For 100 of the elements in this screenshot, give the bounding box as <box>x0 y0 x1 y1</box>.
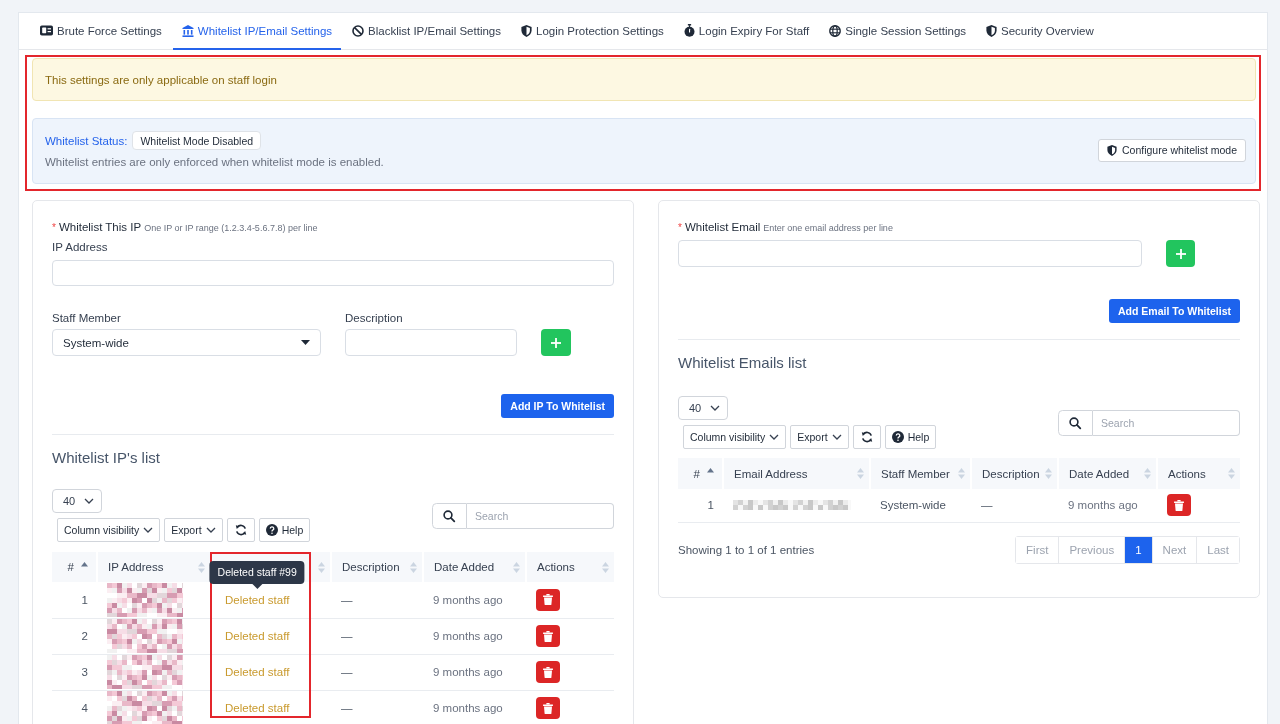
table-cell: — <box>971 489 1058 522</box>
column-header[interactable]: IP Address <box>97 552 211 582</box>
table-cell: 3 <box>52 654 97 690</box>
page-button[interactable]: 1 <box>1125 536 1153 563</box>
column-header[interactable]: # <box>52 552 97 582</box>
field-label: Staff Member <box>52 311 122 325</box>
status-label: Whitelist Status: <box>45 133 128 148</box>
tab[interactable]: Brute Force Settings <box>31 13 171 50</box>
column-header[interactable]: Actions <box>1157 458 1240 489</box>
shield-icon <box>986 24 998 37</box>
caret-down-icon <box>301 340 310 345</box>
tab[interactable]: Security Overview <box>977 13 1103 50</box>
help-icon <box>265 524 278 536</box>
status-badge: Whitelist Mode Disabled <box>132 131 262 150</box>
staff-name: Deleted staff <box>225 666 290 678</box>
column-header[interactable]: Email Address <box>723 458 870 489</box>
column-header[interactable]: Description <box>971 458 1058 489</box>
refresh-button[interactable] <box>226 518 255 542</box>
search-icon <box>432 502 467 529</box>
dropdown-button[interactable]: Export <box>164 518 223 542</box>
staff-name: Deleted staff <box>225 593 290 606</box>
help-button[interactable]: Help <box>884 425 937 449</box>
table-cell: 9 months ago <box>423 582 526 618</box>
tab[interactable]: Single Session Settings <box>820 13 976 50</box>
field-title: Whitelist This IP <box>58 220 142 234</box>
staff-name: Deleted staff <box>225 702 290 714</box>
refresh-button[interactable] <box>852 425 881 449</box>
tab[interactable]: Whitelist IP/Email Settings <box>172 13 342 50</box>
required-mark: * <box>678 221 682 235</box>
section-heading: Whitelist Emails list <box>678 354 808 372</box>
email-field[interactable] <box>678 240 1142 267</box>
tooltip: Deleted staff #99 <box>209 560 305 589</box>
search-field[interactable]: Search <box>467 502 614 529</box>
entries-info: Showing 1 to 1 of 1 entries <box>678 542 815 557</box>
page-size-select[interactable]: 40 <box>52 489 102 513</box>
table-cell: 9 months ago <box>423 618 526 654</box>
field-hint: Enter one email address per line <box>763 222 893 235</box>
trash-icon <box>543 630 553 642</box>
staff-name: System-wide <box>880 499 946 512</box>
chevron-down-icon <box>143 527 154 533</box>
column-header[interactable]: Date Added <box>1058 458 1157 489</box>
globe-icon <box>829 24 842 37</box>
table-cell: 1 <box>678 489 723 522</box>
table-cell: — <box>331 582 423 618</box>
table-cell: 9 months ago <box>1058 489 1157 522</box>
field-title: Whitelist Email <box>684 220 761 234</box>
dropdown-button[interactable]: Export <box>790 425 849 449</box>
field-label: IP Address <box>52 240 109 254</box>
chevron-down-icon <box>831 434 842 440</box>
plus-icon <box>551 337 561 348</box>
tab[interactable]: Login Protection Settings <box>512 13 673 50</box>
page-size-select[interactable]: 40 <box>678 396 728 420</box>
section-heading: Whitelist IP's list <box>52 449 161 467</box>
table-cell: — <box>331 690 423 724</box>
configure-button[interactable]: Configure whitelist mode <box>1098 138 1246 162</box>
table-cell: 1 <box>52 582 97 618</box>
notice-banner: This settings are only applicable on staff login <box>32 58 1256 101</box>
trash-icon <box>543 702 553 714</box>
table-cell: 9 months ago <box>423 654 526 690</box>
chevron-down-icon <box>710 405 720 411</box>
dropdown-button[interactable]: Column visibility <box>57 518 161 542</box>
trash-icon <box>543 666 553 678</box>
column-header[interactable]: Staff Member <box>870 458 971 489</box>
search-field[interactable]: Search <box>1093 409 1240 436</box>
refresh-icon <box>860 431 873 443</box>
table-cell: — <box>331 654 423 690</box>
ip-address-field[interactable] <box>52 260 614 286</box>
delete-button[interactable] <box>536 697 560 719</box>
help-button[interactable]: Help <box>258 518 311 542</box>
table-cell: 2 <box>52 618 97 654</box>
search-icon <box>1058 409 1093 436</box>
trash-icon <box>1174 499 1184 511</box>
tab[interactable]: Login Expiry For Staff <box>674 13 819 50</box>
tab[interactable]: Blacklist IP/Email Settings <box>343 13 510 50</box>
column-header[interactable]: Description <box>331 552 423 582</box>
add-ip-button[interactable]: Add IP To Whitelist <box>501 394 614 418</box>
column-header[interactable]: # <box>678 458 723 489</box>
delete-button[interactable] <box>536 661 560 683</box>
delete-button[interactable] <box>536 588 560 611</box>
field-hint: One IP or IP range (1.2.3.4-5.6.7.8) per line <box>144 222 318 235</box>
column-header[interactable]: Actions <box>526 552 614 582</box>
table-cell: 4 <box>52 690 97 724</box>
chevron-down-icon <box>769 434 780 440</box>
shield-icon <box>521 24 532 37</box>
staff-select[interactable]: System-wide <box>52 329 321 356</box>
delete-button[interactable] <box>536 625 560 647</box>
dropdown-button[interactable]: Column visibility <box>683 425 787 449</box>
status-note: Whitelist entries are only enforced when whitelist mode is enabled. <box>45 155 384 169</box>
refresh-icon <box>234 524 247 536</box>
chevron-down-icon <box>84 498 94 504</box>
table-cell: 9 months ago <box>423 690 526 724</box>
column-header[interactable]: Date Added <box>423 552 526 582</box>
delete-button[interactable] <box>1167 494 1191 517</box>
stopwatch-icon <box>683 24 695 37</box>
shield-icon <box>1107 144 1117 156</box>
trash-icon <box>543 594 553 606</box>
description-field[interactable] <box>345 329 517 356</box>
chevron-down-icon <box>205 527 216 533</box>
ban-icon <box>352 24 365 37</box>
add-email-button[interactable]: Add Email To Whitelist <box>1109 299 1240 323</box>
